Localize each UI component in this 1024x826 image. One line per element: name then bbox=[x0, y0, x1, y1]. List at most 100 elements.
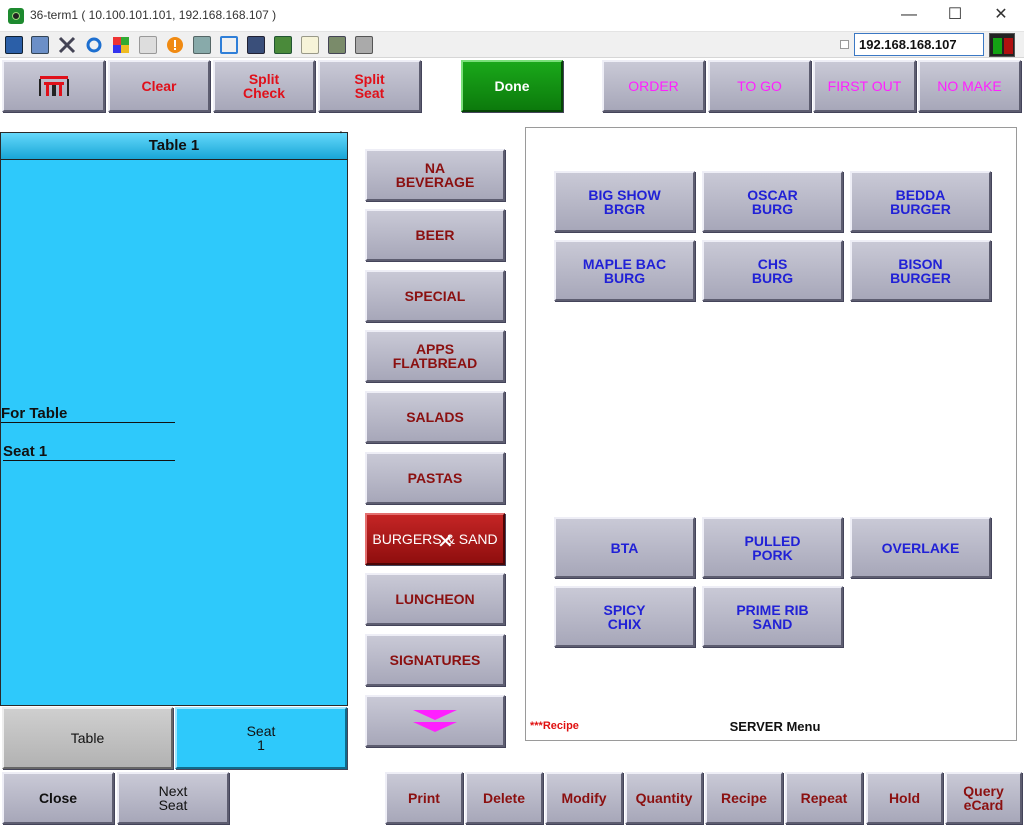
menu-item-bison-burger[interactable]: BISON BURGER bbox=[850, 240, 991, 301]
hold-label: Hold bbox=[888, 790, 921, 806]
menu-item-chs-burg[interactable]: CHS BURG bbox=[702, 240, 843, 301]
item-label-1: OSCAR bbox=[747, 186, 798, 203]
first-out-label: FIRST OUT bbox=[827, 78, 902, 94]
category-na-beverage[interactable]: NA BEVERAGE bbox=[365, 149, 505, 201]
category-label: LUNCHEON bbox=[395, 591, 475, 607]
maximize-button[interactable]: ☐ bbox=[932, 0, 978, 32]
seat-map-button[interactable] bbox=[2, 60, 105, 112]
clear-button[interactable]: Clear bbox=[108, 60, 210, 112]
done-button[interactable]: Done bbox=[461, 60, 563, 112]
category-luncheon[interactable]: LUNCHEON bbox=[365, 573, 505, 625]
menu-name-label: SERVER Menu bbox=[729, 719, 821, 734]
flag-icon[interactable] bbox=[112, 36, 130, 54]
order-button[interactable]: ORDER bbox=[602, 60, 705, 112]
recipe-button[interactable]: Recipe bbox=[705, 772, 783, 824]
split-check-label-1: Split bbox=[248, 71, 280, 87]
transfer-icon[interactable] bbox=[274, 36, 292, 54]
done-label: Done bbox=[494, 78, 530, 94]
split-seat-button[interactable]: Split Seat bbox=[318, 60, 421, 112]
seat-1-line[interactable]: Seat 1 bbox=[3, 443, 175, 461]
print-button[interactable]: Print bbox=[385, 772, 463, 824]
no-make-label: NO MAKE bbox=[937, 78, 1002, 94]
to-go-label: TO GO bbox=[737, 78, 782, 94]
tools-icon[interactable] bbox=[58, 36, 76, 54]
item-label-2: BURG bbox=[751, 200, 794, 217]
delete-button[interactable]: Delete bbox=[465, 772, 543, 824]
item-label-1: BIG SHOW bbox=[588, 186, 661, 203]
menu-item-maple-bac-burg[interactable]: MAPLE BAC BURG bbox=[554, 240, 695, 301]
alert-icon[interactable] bbox=[166, 36, 184, 54]
quantity-label: Quantity bbox=[635, 790, 693, 806]
no-make-button[interactable]: NO MAKE bbox=[918, 60, 1021, 112]
windows-icon[interactable] bbox=[31, 36, 49, 54]
network-icon[interactable] bbox=[193, 36, 211, 54]
copy-icon[interactable] bbox=[355, 36, 373, 54]
menu-item-bta[interactable]: BTA bbox=[554, 517, 695, 578]
app-eye-icon bbox=[8, 8, 24, 24]
first-out-button[interactable]: FIRST OUT bbox=[813, 60, 916, 112]
category-beer[interactable]: BEER bbox=[365, 209, 505, 261]
recipe-label: Recipe bbox=[721, 790, 767, 806]
document-icon[interactable] bbox=[301, 36, 319, 54]
map-icon[interactable] bbox=[328, 36, 346, 54]
scroll-down-button[interactable] bbox=[365, 695, 505, 747]
item-label-2: BURGER bbox=[890, 200, 951, 217]
seat-tab-label: Seat bbox=[246, 723, 276, 739]
category-label-1: APPS bbox=[415, 341, 455, 357]
item-label-2: BURG bbox=[751, 269, 794, 286]
item-label-1: OVERLAKE bbox=[881, 539, 960, 556]
item-label-1: PRIME RIB bbox=[736, 601, 809, 618]
quantity-button[interactable]: Quantity bbox=[625, 772, 703, 824]
item-label-2: CHIX bbox=[607, 615, 642, 632]
seat-tab-number: 1 bbox=[257, 737, 265, 753]
category-label: BURGERS & SAND bbox=[372, 531, 498, 547]
category-signatures[interactable]: SIGNATURES bbox=[365, 634, 505, 686]
check-header: Table 1 bbox=[1, 133, 347, 160]
query-ecard-button[interactable]: Query eCard bbox=[945, 772, 1022, 824]
order-label: ORDER bbox=[628, 78, 679, 94]
print-label: Print bbox=[408, 790, 440, 806]
menu-item-oscar-burg[interactable]: OSCAR BURG bbox=[702, 171, 843, 232]
minimize-button[interactable]: — bbox=[886, 0, 932, 32]
category-salads[interactable]: SALADS bbox=[365, 391, 505, 443]
category-special[interactable]: SPECIAL bbox=[365, 270, 505, 322]
monitor-icon[interactable] bbox=[5, 36, 23, 54]
double-chevron-down-icon bbox=[413, 710, 457, 732]
item-label-1: CHS bbox=[757, 255, 788, 272]
item-label-1: BEDDA bbox=[895, 186, 946, 203]
category-label-1: NA bbox=[424, 160, 446, 176]
ip-address-field[interactable]: 192.168.168.107 bbox=[854, 33, 984, 56]
menu-item-bedda-burger[interactable]: BEDDA BURGER bbox=[850, 171, 991, 232]
close-window-button[interactable]: ✕ bbox=[978, 0, 1024, 32]
menu-item-pulled-pork[interactable]: PULLED PORK bbox=[702, 517, 843, 578]
split-seat-label-1: Split bbox=[354, 71, 385, 87]
category-pastas[interactable]: PASTAS bbox=[365, 452, 505, 504]
for-table-line[interactable]: For Table bbox=[1, 405, 175, 423]
category-label-2: FLATBREAD bbox=[392, 355, 478, 371]
hold-button[interactable]: Hold bbox=[866, 772, 943, 824]
status-indicator-icon bbox=[989, 33, 1015, 57]
menu-item-big-show-brgr[interactable]: BIG SHOW BRGR bbox=[554, 171, 695, 232]
delete-label: Delete bbox=[482, 790, 526, 806]
menu-item-overlake[interactable]: OVERLAKE bbox=[850, 517, 991, 578]
item-label-2: BURGER bbox=[890, 269, 951, 286]
table-chairs-icon bbox=[38, 76, 69, 96]
seat-tab[interactable]: Seat 1 bbox=[175, 707, 347, 769]
to-go-button[interactable]: TO GO bbox=[708, 60, 811, 112]
repeat-button[interactable]: Repeat bbox=[785, 772, 863, 824]
display-icon[interactable] bbox=[247, 36, 265, 54]
refresh-icon[interactable] bbox=[85, 36, 103, 54]
split-check-button[interactable]: Split Check bbox=[213, 60, 315, 112]
category-apps-flatbread[interactable]: APPS FLATBREAD bbox=[365, 330, 505, 382]
table-tab[interactable]: Table bbox=[2, 707, 173, 769]
keyboard-icon[interactable] bbox=[139, 36, 157, 54]
category-burgers-sand[interactable]: BURGERS & SAND bbox=[365, 513, 505, 565]
close-button[interactable]: Close bbox=[2, 772, 114, 824]
modify-button[interactable]: Modify bbox=[545, 772, 623, 824]
menu-item-prime-rib-sand[interactable]: PRIME RIB SAND bbox=[702, 586, 843, 647]
menu-item-spicy-chix[interactable]: SPICY CHIX bbox=[554, 586, 695, 647]
fullscreen-icon[interactable] bbox=[220, 36, 238, 54]
window-title-bar: 36-term1 ( 10.100.101.101, 192.168.168.1… bbox=[0, 0, 1024, 32]
next-seat-button[interactable]: Next Seat bbox=[117, 772, 229, 824]
query-ecard-label-2: eCard bbox=[963, 797, 1004, 813]
